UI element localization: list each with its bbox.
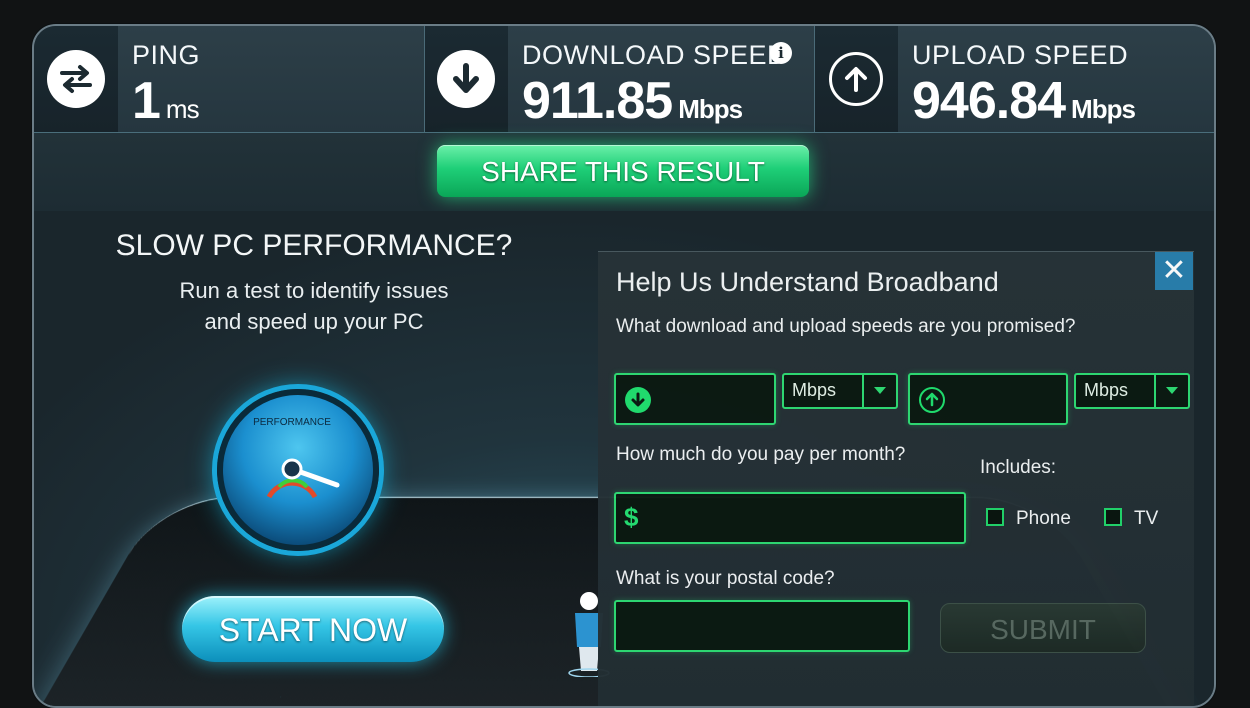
lower-area: SLOW PC PERFORMANCE? Run a test to ident… [34,211,1214,706]
monthly-price-input[interactable]: $ [614,492,966,544]
stat-divider [424,26,425,132]
download-unit-select[interactable]: Mbps [782,373,898,409]
share-result-button[interactable]: SHARE THIS RESULT [437,145,809,197]
phone-label: Phone [1016,508,1071,529]
speedtest-window: PING 1 ms DOWNLOAD SPEED 911.85 Mbps i U… [32,24,1216,708]
chevron-down-icon [862,375,896,407]
speed-question: What download and upload speeds are you … [616,316,1076,337]
upload-value: 946.84 Mbps [912,72,1136,130]
upload-arrow-icon [919,387,945,413]
download-value: 911.85 Mbps [522,72,743,130]
ping-label: PING [132,40,201,70]
upload-unit: Mbps [1071,94,1136,124]
upload-arrow-icon [829,52,883,106]
gauge-label: PERFORMANCE [253,417,331,428]
postal-question: What is your postal code? [616,568,835,589]
ping-value: 1 ms [132,72,200,130]
phone-checkbox[interactable] [986,508,1004,526]
info-icon[interactable]: i [770,42,792,64]
share-row: SHARE THIS RESULT [34,132,1214,212]
tv-checkbox[interactable] [1104,508,1122,526]
includes-label: Includes: [980,457,1057,478]
broadband-survey-panel: Help Us Understand Broadband ✕ What down… [598,251,1194,706]
download-unit: Mbps [678,94,743,124]
download-arrow-icon [625,387,651,413]
promo-title: SLOW PC PERFORMANCE? [115,229,513,262]
results-bar: PING 1 ms DOWNLOAD SPEED 911.85 Mbps i U… [34,26,1214,132]
promised-download-input[interactable] [614,373,776,425]
ping-unit: ms [165,94,200,124]
ping-stat: PING 1 ms [34,26,424,132]
download-stat: DOWNLOAD SPEED 911.85 Mbps i [424,26,814,132]
upload-stat: UPLOAD SPEED 946.84 Mbps [814,26,1214,132]
promo-subtitle: Run a test to identify issues and speed … [179,278,449,334]
promised-upload-input[interactable] [908,373,1068,425]
submit-button[interactable]: SUBMIT [940,603,1146,653]
upload-unit-select[interactable]: Mbps [1074,373,1190,409]
tv-label: TV [1134,508,1159,529]
chevron-down-icon [1154,375,1188,407]
pay-question: How much do you pay per month? [616,444,906,465]
ping-arrows-icon [47,50,105,108]
stat-divider [814,26,815,132]
survey-title: Help Us Understand Broadband [616,267,999,297]
performance-gauge-icon: PERFORMANCE [217,389,379,551]
currency-symbol: $ [624,502,639,532]
download-arrow-icon [437,50,495,108]
start-now-button[interactable]: START NOW [182,596,444,662]
upload-label: UPLOAD SPEED [912,40,1129,70]
close-icon[interactable]: ✕ [1155,252,1193,290]
postal-code-input[interactable] [614,600,910,652]
